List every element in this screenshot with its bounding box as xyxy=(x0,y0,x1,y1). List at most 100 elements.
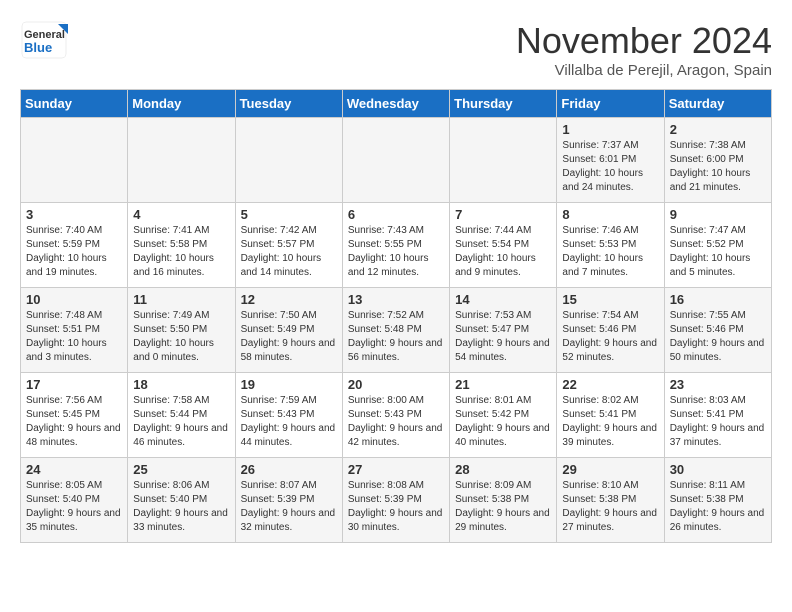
day-info: Sunrise: 7:55 AM Sunset: 5:46 PM Dayligh… xyxy=(670,309,766,365)
day-number: 3 xyxy=(26,207,122,222)
weekday-header-thursday: Thursday xyxy=(450,90,557,118)
day-number: 25 xyxy=(133,462,229,477)
day-number: 11 xyxy=(133,292,229,307)
day-number: 29 xyxy=(562,462,658,477)
day-info: Sunrise: 8:09 AM Sunset: 5:38 PM Dayligh… xyxy=(455,479,551,535)
day-number: 1 xyxy=(562,122,658,137)
calendar-cell-w1-d2 xyxy=(128,118,235,203)
weekday-header-tuesday: Tuesday xyxy=(235,90,342,118)
calendar-cell-w4-d6: 22Sunrise: 8:02 AM Sunset: 5:41 PM Dayli… xyxy=(557,373,664,458)
calendar-cell-w3-d4: 13 Sunrise: 7:52 AM Sunset: 5:48 PM Dayli… xyxy=(342,288,449,373)
day-number: 9 xyxy=(670,207,766,222)
calendar-week-row-4: 17 Sunrise: 7:56 AM Sunset: 5:45 PM Dayli… xyxy=(21,373,772,458)
day-info: Sunrise: 7:50 AM Sunset: 5:49 PM Dayligh… xyxy=(241,309,337,365)
calendar-cell-w3-d2: 11 Sunrise: 7:49 AM Sunset: 5:50 PM Dayli… xyxy=(128,288,235,373)
day-number: 20 xyxy=(348,377,444,392)
day-number: 27 xyxy=(348,462,444,477)
logo: General Blue xyxy=(20,20,70,60)
location-subtitle: Villalba de Perejil, Aragon, Spain xyxy=(516,62,772,79)
day-info: Sunrise: 7:40 AM Sunset: 5:59 PM Dayligh… xyxy=(26,224,122,280)
calendar-header: SundayMondayTuesdayWednesdayThursdayFrid… xyxy=(21,90,772,118)
calendar-cell-w1-d1 xyxy=(21,118,128,203)
day-number: 6 xyxy=(348,207,444,222)
day-info: Sunrise: 7:53 AM Sunset: 5:47 PM Dayligh… xyxy=(455,309,551,365)
day-number: 23 xyxy=(670,377,766,392)
day-number: 12 xyxy=(241,292,337,307)
day-info: Sunrise: 7:52 AM Sunset: 5:48 PM Dayligh… xyxy=(348,309,444,365)
day-info: Sunrise: 7:37 AM Sunset: 6:01 PM Dayligh… xyxy=(562,139,658,195)
weekday-header-monday: Monday xyxy=(128,90,235,118)
day-number: 16 xyxy=(670,292,766,307)
day-number: 21 xyxy=(455,377,551,392)
calendar-cell-w5-d7: 30Sunrise: 8:11 AM Sunset: 5:38 PM Dayli… xyxy=(664,458,771,543)
day-info: Sunrise: 7:56 AM Sunset: 5:45 PM Dayligh… xyxy=(26,394,122,450)
calendar-cell-w2-d7: 9 Sunrise: 7:47 AM Sunset: 5:52 PM Daylig… xyxy=(664,203,771,288)
day-number: 14 xyxy=(455,292,551,307)
month-title: November 2024 xyxy=(516,20,772,62)
day-info: Sunrise: 7:47 AM Sunset: 5:52 PM Dayligh… xyxy=(670,224,766,280)
day-info: Sunrise: 7:46 AM Sunset: 5:53 PM Dayligh… xyxy=(562,224,658,280)
logo-svg: General Blue xyxy=(20,20,70,60)
day-info: Sunrise: 8:01 AM Sunset: 5:42 PM Dayligh… xyxy=(455,394,551,450)
day-info: Sunrise: 7:42 AM Sunset: 5:57 PM Dayligh… xyxy=(241,224,337,280)
weekday-header-sunday: Sunday xyxy=(21,90,128,118)
calendar-body: 1 Sunrise: 7:37 AM Sunset: 6:01 PM Daylig… xyxy=(21,118,772,543)
day-info: Sunrise: 7:58 AM Sunset: 5:44 PM Dayligh… xyxy=(133,394,229,450)
calendar-week-row-1: 1 Sunrise: 7:37 AM Sunset: 6:01 PM Daylig… xyxy=(21,118,772,203)
calendar-cell-w3-d3: 12 Sunrise: 7:50 AM Sunset: 5:49 PM Dayli… xyxy=(235,288,342,373)
weekday-header-saturday: Saturday xyxy=(664,90,771,118)
day-number: 17 xyxy=(26,377,122,392)
title-section: November 2024 Villalba de Perejil, Arago… xyxy=(516,20,772,79)
calendar-cell-w4-d4: 20 Sunrise: 8:00 AM Sunset: 5:43 PM Dayli… xyxy=(342,373,449,458)
day-number: 26 xyxy=(241,462,337,477)
calendar-cell-w5-d3: 26 Sunrise: 8:07 AM Sunset: 5:39 PM Dayli… xyxy=(235,458,342,543)
calendar-week-row-5: 24Sunrise: 8:05 AM Sunset: 5:40 PM Dayli… xyxy=(21,458,772,543)
day-number: 7 xyxy=(455,207,551,222)
calendar-cell-w4-d7: 23 Sunrise: 8:03 AM Sunset: 5:41 PM Dayli… xyxy=(664,373,771,458)
day-info: Sunrise: 8:07 AM Sunset: 5:39 PM Dayligh… xyxy=(241,479,337,535)
weekday-header-row: SundayMondayTuesdayWednesdayThursdayFrid… xyxy=(21,90,772,118)
calendar-cell-w5-d6: 29Sunrise: 8:10 AM Sunset: 5:38 PM Dayli… xyxy=(557,458,664,543)
day-info: Sunrise: 8:02 AM Sunset: 5:41 PM Dayligh… xyxy=(562,394,658,450)
calendar-cell-w2-d6: 8 Sunrise: 7:46 AM Sunset: 5:53 PM Daylig… xyxy=(557,203,664,288)
day-info: Sunrise: 7:48 AM Sunset: 5:51 PM Dayligh… xyxy=(26,309,122,365)
day-number: 2 xyxy=(670,122,766,137)
page-header: General Blue November 2024 Villalba de P… xyxy=(20,20,772,79)
day-info: Sunrise: 7:49 AM Sunset: 5:50 PM Dayligh… xyxy=(133,309,229,365)
day-number: 4 xyxy=(133,207,229,222)
day-info: Sunrise: 7:41 AM Sunset: 5:58 PM Dayligh… xyxy=(133,224,229,280)
weekday-header-wednesday: Wednesday xyxy=(342,90,449,118)
calendar-table: SundayMondayTuesdayWednesdayThursdayFrid… xyxy=(20,89,772,543)
calendar-cell-w2-d1: 3 Sunrise: 7:40 AM Sunset: 5:59 PM Daylig… xyxy=(21,203,128,288)
day-number: 30 xyxy=(670,462,766,477)
day-number: 13 xyxy=(348,292,444,307)
calendar-week-row-2: 3 Sunrise: 7:40 AM Sunset: 5:59 PM Daylig… xyxy=(21,203,772,288)
calendar-cell-w3-d7: 16 Sunrise: 7:55 AM Sunset: 5:46 PM Dayli… xyxy=(664,288,771,373)
day-info: Sunrise: 7:59 AM Sunset: 5:43 PM Dayligh… xyxy=(241,394,337,450)
day-info: Sunrise: 8:08 AM Sunset: 5:39 PM Dayligh… xyxy=(348,479,444,535)
calendar-cell-w1-d4 xyxy=(342,118,449,203)
calendar-cell-w1-d6: 1 Sunrise: 7:37 AM Sunset: 6:01 PM Daylig… xyxy=(557,118,664,203)
day-info: Sunrise: 8:03 AM Sunset: 5:41 PM Dayligh… xyxy=(670,394,766,450)
day-number: 15 xyxy=(562,292,658,307)
day-info: Sunrise: 7:38 AM Sunset: 6:00 PM Dayligh… xyxy=(670,139,766,195)
calendar-cell-w5-d1: 24Sunrise: 8:05 AM Sunset: 5:40 PM Dayli… xyxy=(21,458,128,543)
day-info: Sunrise: 7:43 AM Sunset: 5:55 PM Dayligh… xyxy=(348,224,444,280)
calendar-cell-w3-d5: 14 Sunrise: 7:53 AM Sunset: 5:47 PM Dayli… xyxy=(450,288,557,373)
day-number: 5 xyxy=(241,207,337,222)
day-number: 18 xyxy=(133,377,229,392)
weekday-header-friday: Friday xyxy=(557,90,664,118)
calendar-cell-w5-d5: 28Sunrise: 8:09 AM Sunset: 5:38 PM Dayli… xyxy=(450,458,557,543)
day-info: Sunrise: 8:00 AM Sunset: 5:43 PM Dayligh… xyxy=(348,394,444,450)
calendar-cell-w1-d5 xyxy=(450,118,557,203)
day-info: Sunrise: 7:54 AM Sunset: 5:46 PM Dayligh… xyxy=(562,309,658,365)
calendar-cell-w5-d4: 27 Sunrise: 8:08 AM Sunset: 5:39 PM Dayli… xyxy=(342,458,449,543)
day-number: 8 xyxy=(562,207,658,222)
calendar-cell-w1-d7: 2 Sunrise: 7:38 AM Sunset: 6:00 PM Daylig… xyxy=(664,118,771,203)
calendar-cell-w1-d3 xyxy=(235,118,342,203)
calendar-cell-w2-d2: 4 Sunrise: 7:41 AM Sunset: 5:58 PM Daylig… xyxy=(128,203,235,288)
svg-text:Blue: Blue xyxy=(24,40,52,55)
day-number: 10 xyxy=(26,292,122,307)
calendar-cell-w4-d5: 21 Sunrise: 8:01 AM Sunset: 5:42 PM Dayli… xyxy=(450,373,557,458)
calendar-cell-w4-d3: 19Sunrise: 7:59 AM Sunset: 5:43 PM Dayli… xyxy=(235,373,342,458)
